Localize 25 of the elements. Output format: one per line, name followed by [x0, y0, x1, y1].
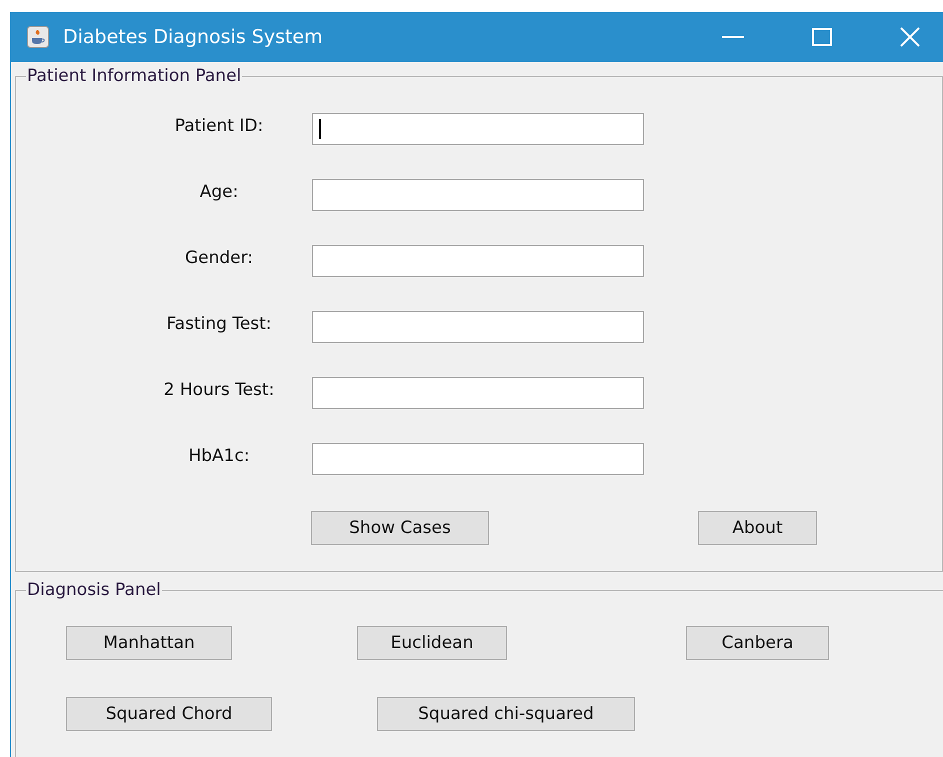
field-label: Patient ID:	[174, 116, 264, 136]
method-button[interactable]: Squared chi-squared	[377, 697, 635, 731]
method-button[interactable]: Manhattan	[66, 626, 232, 660]
method-button[interactable]: Euclidean	[357, 626, 507, 660]
field-label: Gender:	[184, 248, 254, 268]
panel-button[interactable]: Show Cases	[311, 511, 489, 545]
input-field[interactable]	[312, 377, 644, 409]
input-field[interactable]	[312, 311, 644, 343]
input-field[interactable]	[312, 443, 644, 475]
close-icon[interactable]	[900, 27, 920, 47]
panel-title: Diagnosis Panel	[26, 580, 162, 600]
field-label: HbA1c:	[187, 446, 251, 466]
input-field[interactable]	[312, 245, 644, 277]
field-label: 2 Hours Test:	[162, 380, 276, 400]
method-button[interactable]: Canbera	[686, 626, 829, 660]
method-button[interactable]: Squared Chord	[66, 697, 272, 731]
input-field[interactable]	[312, 179, 644, 211]
input-field[interactable]	[312, 113, 644, 145]
coffee-cup-icon	[27, 26, 49, 48]
panel-button[interactable]: About	[698, 511, 817, 545]
maximize-icon[interactable]	[812, 28, 832, 46]
panel-title: Patient Information Panel	[26, 66, 242, 86]
field-label: Fasting Test:	[165, 314, 273, 334]
window-title: Diabetes Diagnosis System	[63, 26, 323, 48]
field-label: Age:	[198, 182, 240, 202]
